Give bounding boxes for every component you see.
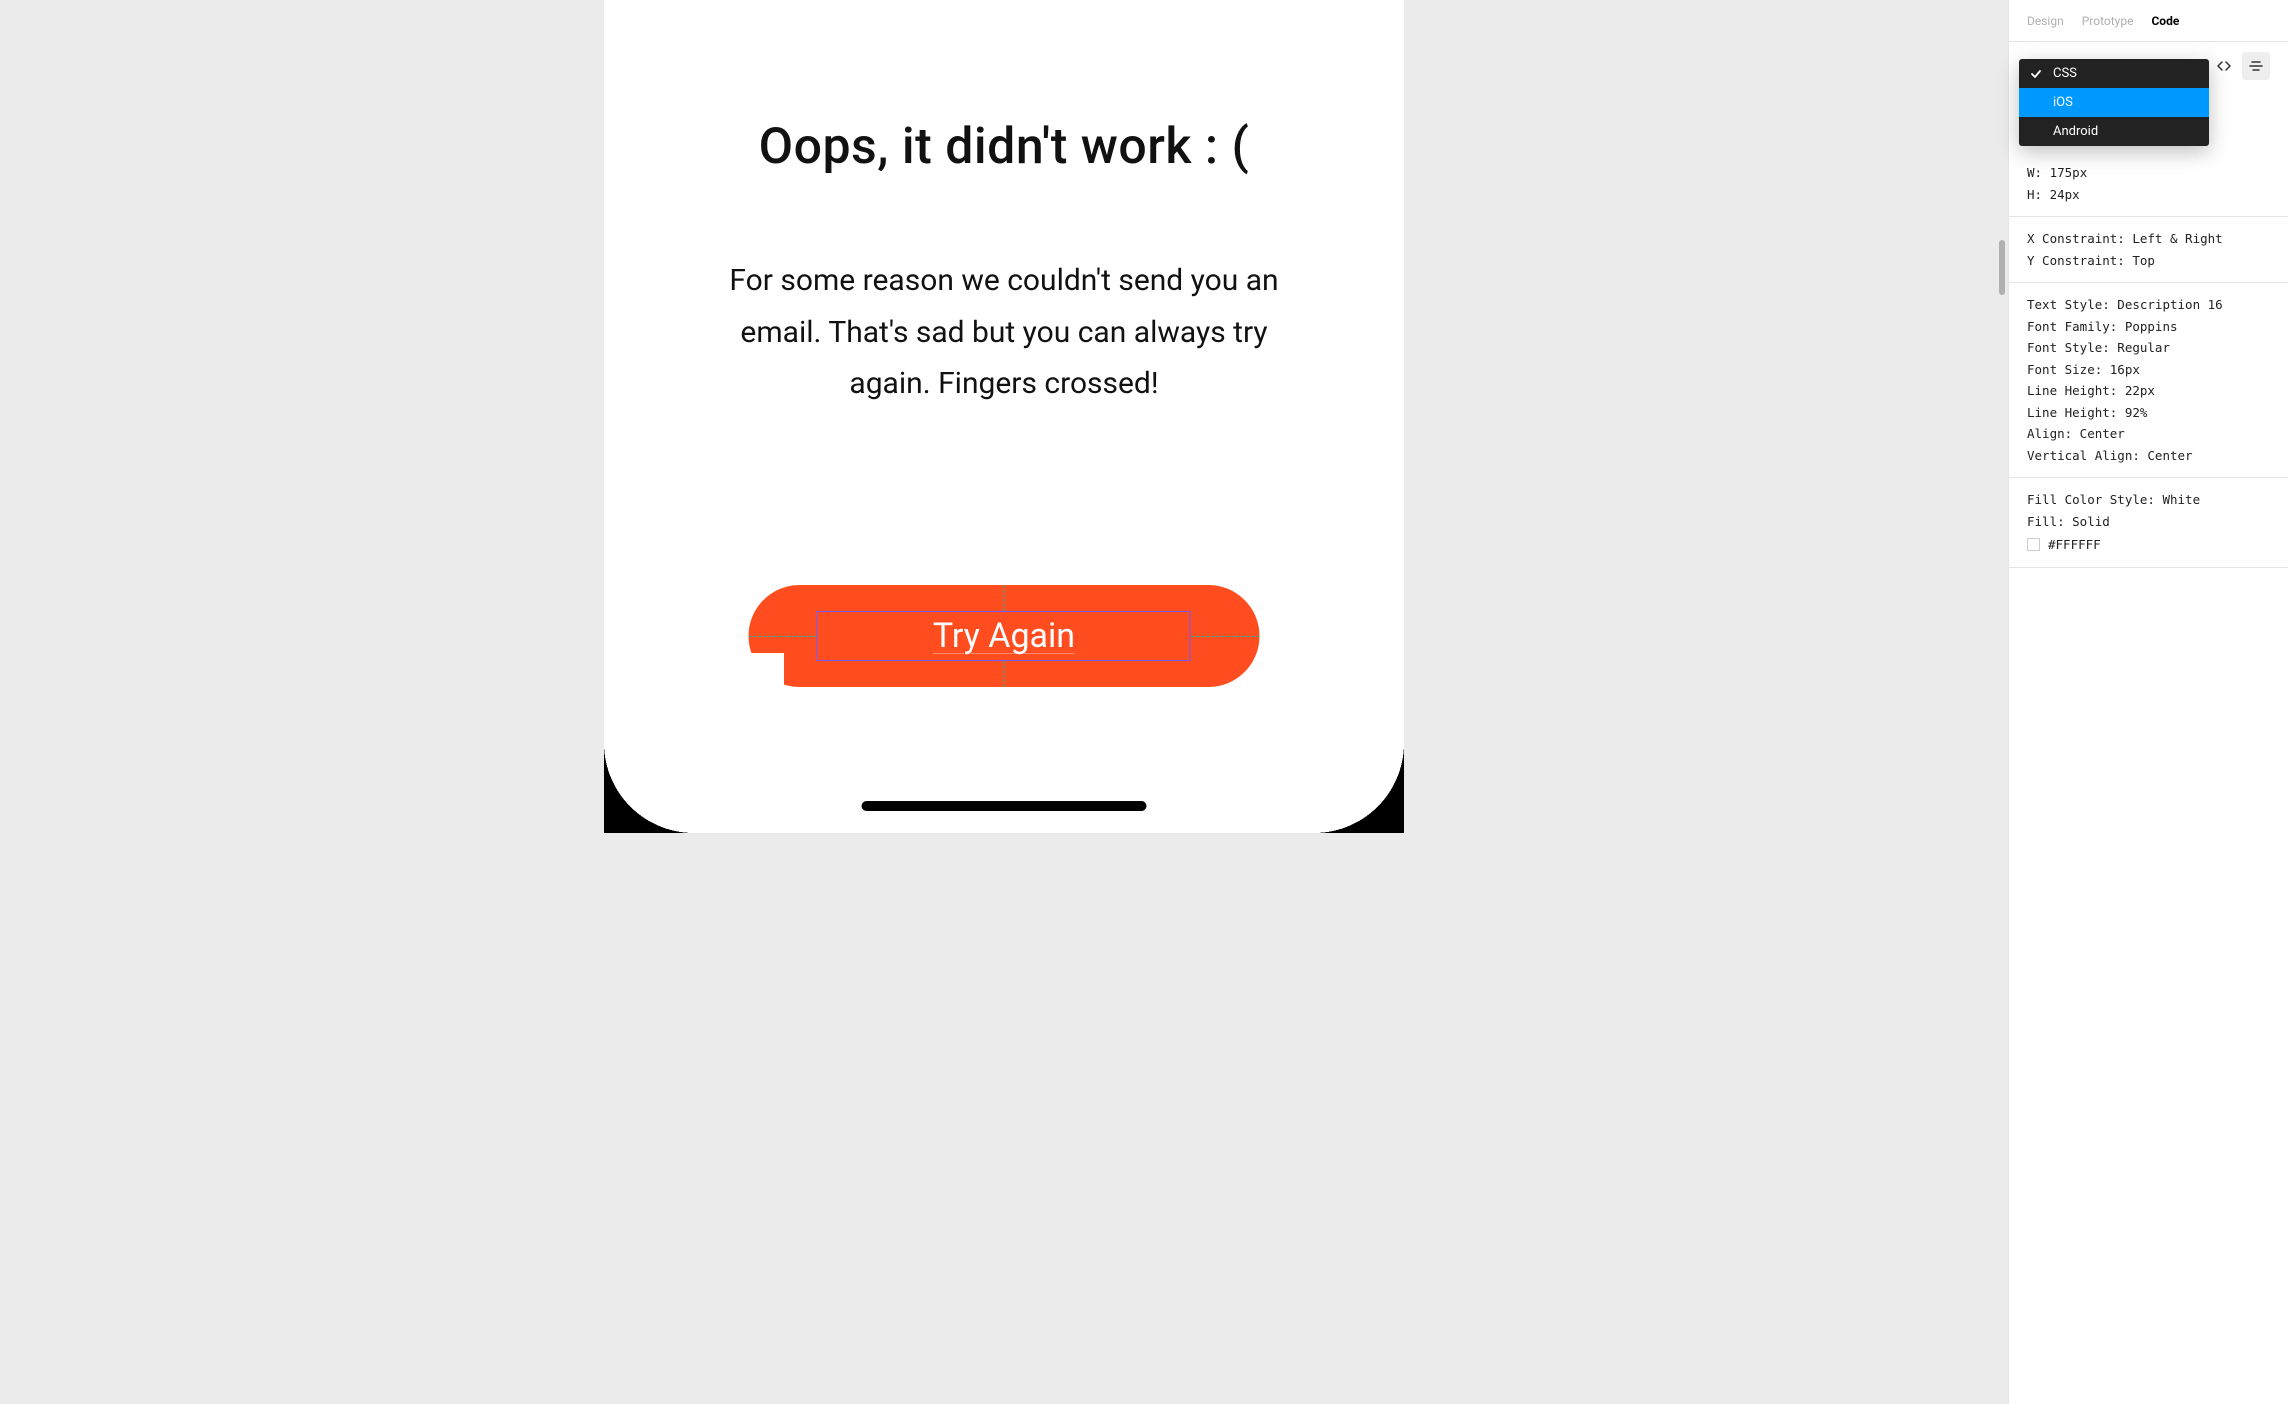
language-option-ios[interactable]: iOS xyxy=(2019,88,2209,117)
text-style: Text Style: Description 16 xyxy=(2027,294,2270,316)
height-line: H: 24px xyxy=(2027,184,2270,206)
error-body: For some reason we couldn't send you an … xyxy=(704,255,1304,410)
list-lines-icon xyxy=(2248,58,2264,74)
tab-code[interactable]: Code xyxy=(2151,14,2179,28)
font-family: Font Family: Poppins xyxy=(2027,316,2270,338)
spacing-guide-left xyxy=(749,636,817,637)
width-line: W: 175px xyxy=(2027,162,2270,184)
text-valign: Vertical Align: Center xyxy=(2027,445,2270,467)
fill-type: Fill: Solid xyxy=(2027,511,2270,533)
font-style: Font Style: Regular xyxy=(2027,337,2270,359)
language-option-label: iOS xyxy=(2053,95,2073,110)
table-view-toggle[interactable] xyxy=(2242,52,2270,80)
try-again-button-wrap: Try Again xyxy=(749,585,1260,687)
canvas-scrollbar[interactable] xyxy=(1999,240,2005,295)
code-language-row: CSS iOS Android xyxy=(2009,42,2288,92)
check-icon xyxy=(2029,68,2043,80)
language-dropdown[interactable]: CSS iOS Android xyxy=(2019,59,2209,146)
fill-color-style: Fill Color Style: White xyxy=(2027,489,2270,511)
constraints-section: X Constraint: Left & Right Y Constraint:… xyxy=(2009,217,2288,283)
inspector-tabs: Design Prototype Code xyxy=(2009,0,2288,42)
text-align: Align: Center xyxy=(2027,423,2270,445)
spacing-guide-right xyxy=(1192,636,1260,637)
text-style-section: Text Style: Description 16 Font Family: … xyxy=(2009,283,2288,478)
language-option-label: CSS xyxy=(2053,66,2077,81)
inspector-panel: Design Prototype Code CSS iOS Android xyxy=(2008,0,2288,1404)
language-option-android[interactable]: Android xyxy=(2019,117,2209,146)
canvas-workspace[interactable]: Oops, it didn't work : ( For some reason… xyxy=(0,0,2008,1404)
fill-swatch-row[interactable]: #FFFFFF xyxy=(2027,534,2270,556)
x-constraint: X Constraint: Left & Right xyxy=(2027,228,2270,250)
device-corner-br xyxy=(1314,743,1404,833)
y-constraint: Y Constraint: Top xyxy=(2027,250,2270,272)
fill-hex: #FFFFFF xyxy=(2048,534,2101,556)
code-view-toggle[interactable] xyxy=(2210,52,2238,80)
tab-design[interactable]: Design xyxy=(2027,14,2064,28)
tab-prototype[interactable]: Prototype xyxy=(2082,14,2134,28)
try-again-label: Try Again xyxy=(933,616,1075,656)
home-indicator xyxy=(862,801,1147,811)
phone-frame: Oops, it didn't work : ( For some reason… xyxy=(604,0,1404,833)
fill-section: Fill Color Style: White Fill: Solid #FFF… xyxy=(2009,478,2288,568)
line-height-pct: Line Height: 92% xyxy=(2027,402,2270,424)
spacing-guide-bottom xyxy=(1004,661,1005,687)
color-swatch[interactable] xyxy=(2027,538,2040,551)
line-height-px: Line Height: 22px xyxy=(2027,380,2270,402)
code-brackets-icon xyxy=(2216,58,2232,74)
language-option-css[interactable]: CSS xyxy=(2019,59,2209,88)
language-option-label: Android xyxy=(2053,124,2098,139)
device-corner-bl xyxy=(604,743,694,833)
font-size: Font Size: 16px xyxy=(2027,359,2270,381)
try-again-button[interactable]: Try Again xyxy=(749,585,1260,687)
error-heading: Oops, it didn't work : ( xyxy=(604,118,1404,176)
spacing-guide-top xyxy=(1004,585,1005,611)
